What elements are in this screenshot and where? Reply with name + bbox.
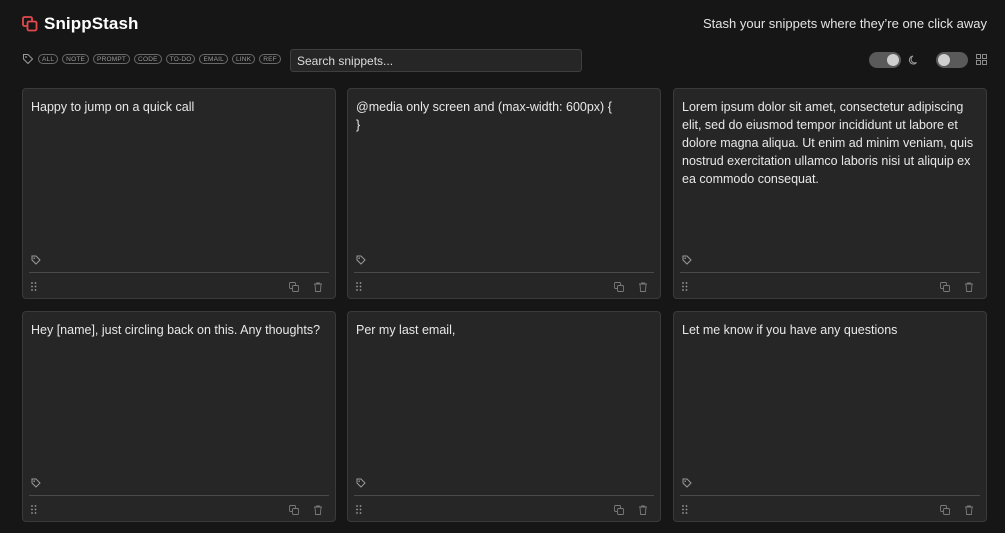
snippet-card[interactable]: Hey [name], just circling back on this. … — [22, 311, 336, 522]
moon-icon — [908, 54, 920, 66]
snippet-text[interactable]: Happy to jump on a quick call — [31, 98, 329, 116]
tag-filter-todo[interactable]: TO-DO — [165, 54, 196, 64]
tag-filter-list: ALL NOTE PROMPT CODE TO-DO EMAIL LINK RE… — [38, 54, 281, 64]
drag-handle-icon[interactable] — [31, 282, 37, 291]
card-divider — [354, 495, 654, 496]
card-divider — [29, 495, 329, 496]
tag-filter-email[interactable]: EMAIL — [199, 54, 228, 64]
drag-handle-icon[interactable] — [31, 505, 37, 514]
card-divider — [680, 495, 980, 496]
snippet-text[interactable]: @media only screen and (max-width: 600px… — [356, 98, 654, 134]
toggle-knob — [887, 54, 899, 66]
layout-toggle[interactable] — [936, 52, 968, 68]
tag-icon[interactable] — [356, 255, 366, 265]
trash-icon[interactable] — [313, 282, 323, 292]
copy-icon[interactable] — [289, 505, 299, 515]
snippet-text[interactable]: Lorem ipsum dolor sit amet, consectetur … — [682, 98, 980, 188]
copy-icon[interactable] — [940, 505, 950, 515]
drag-handle-icon[interactable] — [356, 282, 362, 291]
drag-handle-icon[interactable] — [356, 505, 362, 514]
tag-filter-prompt[interactable]: PROMPT — [93, 54, 131, 64]
toolbar: ALL NOTE PROMPT CODE TO-DO EMAIL LINK RE… — [22, 49, 987, 72]
tag-filter-code[interactable]: CODE — [134, 54, 162, 64]
copy-icon[interactable] — [940, 282, 950, 292]
card-divider — [29, 272, 329, 273]
app-title: SnippStash — [44, 14, 139, 33]
tag-icon[interactable] — [31, 478, 41, 488]
drag-handle-icon[interactable] — [682, 282, 688, 291]
snippet-card[interactable]: Happy to jump on a quick call — [22, 88, 336, 299]
grid-icon — [976, 54, 987, 65]
tag-icon[interactable] — [682, 478, 692, 488]
trash-icon[interactable] — [638, 282, 648, 292]
trash-icon[interactable] — [964, 505, 974, 515]
snippet-card[interactable]: Lorem ipsum dolor sit amet, consectetur … — [673, 88, 987, 299]
trash-icon[interactable] — [964, 282, 974, 292]
tag-icon[interactable] — [682, 255, 692, 265]
app-logo: SnippStash — [22, 14, 139, 34]
tag-filter-link[interactable]: LINK — [231, 54, 256, 64]
snippet-text[interactable]: Hey [name], just circling back on this. … — [31, 321, 329, 339]
copy-logo-icon — [22, 16, 38, 32]
snippet-card[interactable]: Let me know if you have any questions — [673, 311, 987, 522]
snippet-text[interactable]: Per my last email, — [356, 321, 654, 339]
card-divider — [680, 272, 980, 273]
snippet-card[interactable]: Per my last email, — [347, 311, 661, 522]
theme-toggle[interactable] — [869, 52, 901, 68]
tag-icon[interactable] — [22, 53, 34, 65]
drag-handle-icon[interactable] — [682, 505, 688, 514]
tag-filter-ref[interactable]: REF — [259, 54, 281, 64]
tag-icon[interactable] — [356, 478, 366, 488]
copy-icon[interactable] — [614, 282, 624, 292]
trash-icon[interactable] — [313, 505, 323, 515]
app-tagline: Stash your snippets where they’re one cl… — [703, 16, 987, 31]
snippet-card[interactable]: @media only screen and (max-width: 600px… — [347, 88, 661, 299]
search-input[interactable] — [290, 49, 582, 72]
trash-icon[interactable] — [638, 505, 648, 515]
card-divider — [354, 272, 654, 273]
tag-icon[interactable] — [31, 255, 41, 265]
tag-filter-note[interactable]: NOTE — [62, 54, 90, 64]
copy-icon[interactable] — [289, 282, 299, 292]
app-header: SnippStash Stash your snippets where the… — [0, 0, 1005, 46]
tag-filter-all[interactable]: ALL — [38, 54, 59, 64]
toggle-knob — [938, 54, 950, 66]
snippet-text[interactable]: Let me know if you have any questions — [682, 321, 980, 339]
copy-icon[interactable] — [614, 505, 624, 515]
